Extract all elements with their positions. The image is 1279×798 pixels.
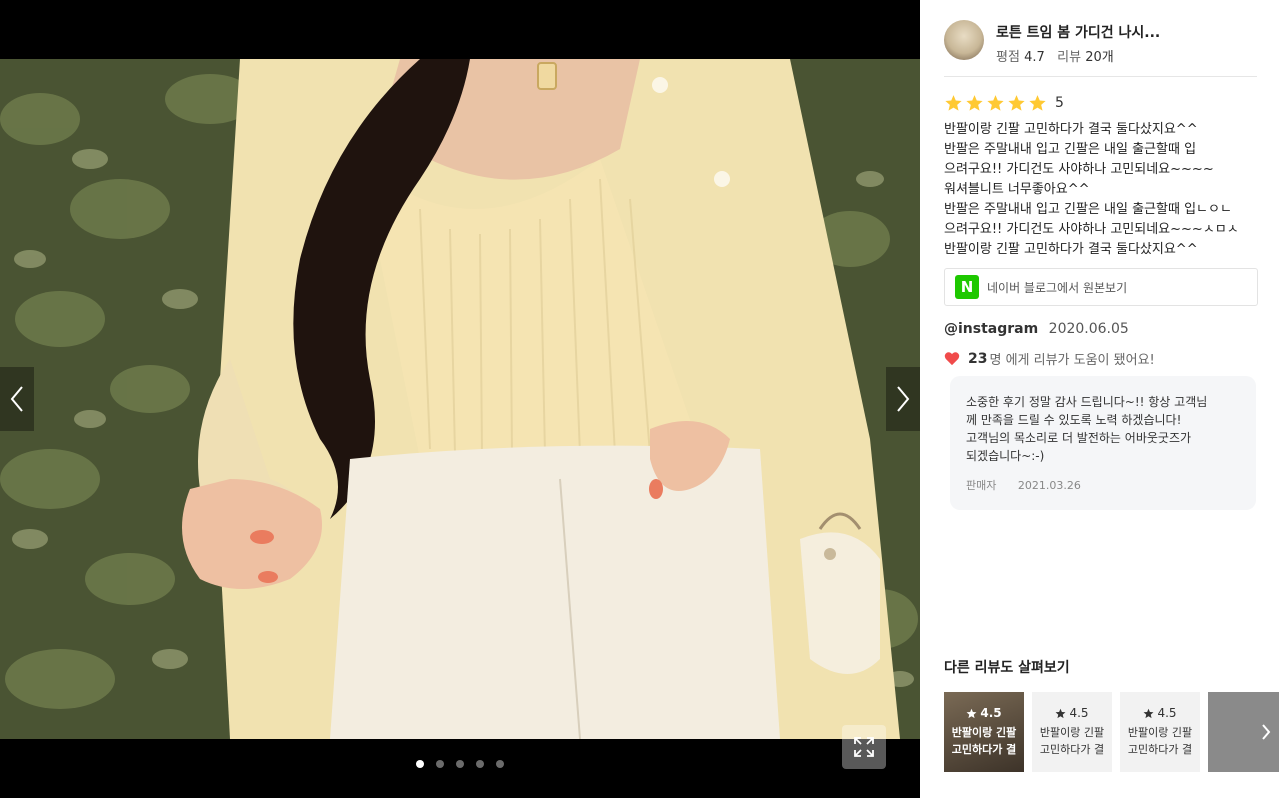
review-line: 반팔이랑 긴팔 고민하다가 결국 둘다샀지요^^ [944,242,1198,257]
star-icon [1144,708,1154,718]
helpful-line[interactable]: 23 명 에게 리뷰가 도움이 됐어요! [944,349,1155,368]
pagination-dot[interactable] [476,760,484,768]
product-rating: 4.7 [1024,50,1045,65]
review-body: 반팔이랑 긴팔 고민하다가 결국 둘다샀지요^^ 반팔은 주말내내 입고 긴팔은… [944,120,1264,260]
photo-viewer [0,0,920,798]
review-line: 반팔은 주말내내 입고 긴팔은 내일 출근할때 입ㄴㅇㄴ [944,202,1232,217]
more-reviews-title: 다른 리뷰도 살펴보기 [944,660,1070,676]
reply-body: 소중한 후기 정말 감사 드립니다~!! 항상 고객님 께 만족을 드릴 수 있… [966,393,1240,465]
review-line: 워셔블니트 너무좋아요^^ [944,182,1090,197]
blog-link-label: 네이버 블로그에서 원본보기 [987,280,1128,295]
card-rating: 4.5 [966,706,1002,720]
expand-icon [854,737,874,757]
card-line: 반팔이랑 긴팔 [1127,726,1193,739]
chevron-right-icon [1262,724,1271,740]
review-label: 리뷰 [1057,50,1082,65]
reply-line: 소중한 후기 정말 감사 드립니다~!! 항상 고객님 [966,395,1208,409]
star-icon [987,95,1004,111]
reply-meta: 판매자 2021.03.26 [966,477,1240,493]
heart-icon[interactable] [944,351,960,366]
star-icon [1029,95,1046,111]
card-rating-value: 4.5 [1157,706,1177,720]
next-photo-button[interactable] [886,367,920,431]
reply-date: 2021.03.26 [1017,479,1081,492]
chevron-right-icon [897,386,910,412]
reply-author: 판매자 [966,479,997,492]
star-icon [966,708,977,718]
review-line: 으려구요!! 가디건도 사야하나 고민되네요~~~ㅅㅁㅅ [944,222,1239,237]
card-rating: 4.5 [1055,706,1089,720]
card-rating-value: 4.5 [980,706,1002,720]
chevron-left-icon [10,386,23,412]
product-meta: 평점 4.7 리뷰 20개 [996,46,1160,65]
review-author: @instagram [944,321,1039,337]
card-text: 반팔이랑 긴팔 고민하다가 결 [952,724,1017,758]
pagination-dot[interactable] [436,760,444,768]
review-stars: 5 [944,94,1064,112]
product-thumbnail[interactable] [944,20,984,60]
review-photo [0,59,920,739]
review-line: 반팔이랑 긴팔 고민하다가 결국 둘다샀지요^^ [944,122,1198,137]
helpful-count: 23 [968,350,988,367]
review-date: 2020.06.05 [1048,321,1129,337]
helpful-text: 명 에게 리뷰가 도움이 됐어요! [989,353,1155,368]
card-line: 반팔이랑 긴팔 [1039,726,1105,739]
rating-label: 평점 [996,50,1020,65]
star-icon [1056,708,1066,718]
review-photo-illustration [0,59,920,739]
seller-reply: 소중한 후기 정말 감사 드립니다~!! 항상 고객님 께 만족을 드릴 수 있… [950,376,1256,510]
pagination-dot[interactable] [416,760,424,768]
prev-photo-button[interactable] [0,367,34,431]
review-count: 20개 [1085,50,1114,65]
review-line: 반팔은 주말내내 입고 긴팔은 내일 출근할때 입 [944,142,1197,157]
review-author-line: @instagram 2020.06.05 [944,321,1129,337]
star-icon [966,95,983,111]
reply-line: 께 만족을 드릴 수 있도록 노력 하겠습니다! [966,413,1182,427]
card-line: 반팔이랑 긴팔 [951,726,1017,739]
card-line: 고민하다가 결 [951,743,1017,756]
reply-line: 되겠습니다~:-) [966,449,1045,463]
review-score: 5 [1055,95,1064,111]
carousel-next-button[interactable] [1208,692,1279,772]
review-card[interactable]: 4.5 반팔이랑 긴팔 고민하다가 결 [944,692,1024,772]
review-line: 으려구요!! 가디건도 사야하나 고민되네요~~~~ [944,162,1214,177]
pagination-dot[interactable] [496,760,504,768]
card-text: 반팔이랑 긴팔 고민하다가 결 [1040,724,1104,758]
reply-line: 고객님의 목소리로 더 발전하는 어바웃굿즈가 [966,431,1192,445]
product-summary[interactable]: 로튼 트임 봄 가디건 나시... 평점 4.7 리뷰 20개 [944,20,1257,77]
card-text: 반팔이랑 긴팔 고민하다가 결 [1128,724,1192,758]
review-panel: 로튼 트임 봄 가디건 나시... 평점 4.7 리뷰 20개 5 반팔이랑 긴… [920,0,1279,798]
card-rating-value: 4.5 [1069,706,1089,720]
product-name[interactable]: 로튼 트임 봄 가디건 나시... [996,22,1160,42]
pagination-dot[interactable] [456,760,464,768]
star-icon [1008,95,1025,111]
fullscreen-button[interactable] [842,725,886,769]
card-rating: 4.5 [1143,706,1177,720]
more-reviews-carousel: 4.5 반팔이랑 긴팔 고민하다가 결 4.5 반팔이랑 긴팔 고민하다가 결 … [944,692,1279,772]
review-card[interactable]: 4.5 반팔이랑 긴팔 고민하다가 결 [1032,692,1112,772]
naver-logo-icon: N [955,275,979,299]
review-card[interactable]: 4.5 반팔이랑 긴팔 고민하다가 결 [1120,692,1200,772]
naver-blog-link[interactable]: N 네이버 블로그에서 원본보기 [944,268,1258,306]
card-line: 고민하다가 결 [1039,743,1105,756]
photo-pagination [0,760,920,768]
product-info: 로튼 트임 봄 가디건 나시... 평점 4.7 리뷰 20개 [996,20,1160,76]
star-icon [945,95,962,111]
card-line: 고민하다가 결 [1127,743,1193,756]
